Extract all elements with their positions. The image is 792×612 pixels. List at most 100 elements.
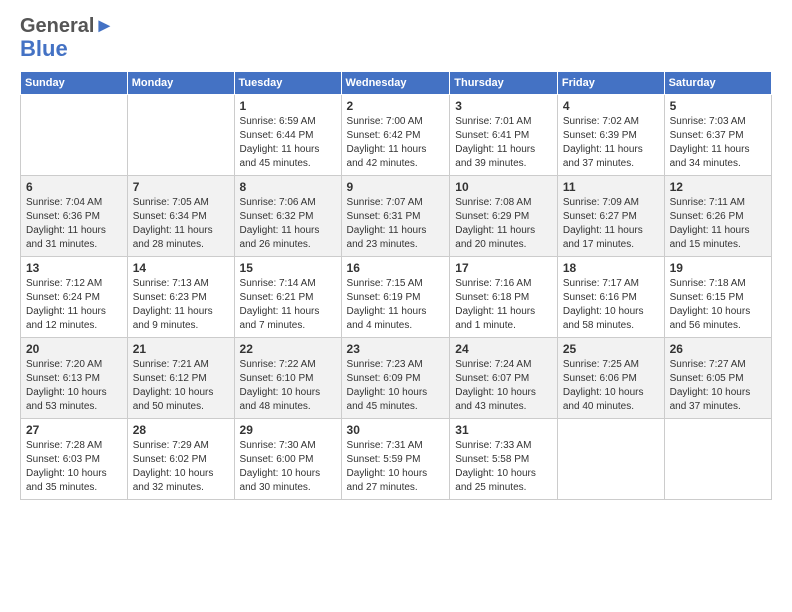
calendar-cell: 2Sunrise: 7:00 AM Sunset: 6:42 PM Daylig… — [341, 95, 450, 176]
day-number: 3 — [455, 99, 552, 113]
calendar-cell: 15 Sunrise: 7:14 AM Sunset: 6:21 PM Dayli… — [234, 257, 341, 338]
day-number: 4 — [563, 99, 659, 113]
calendar-week-row: 6Sunrise: 7:04 AM Sunset: 6:36 PM Daylig… — [21, 176, 772, 257]
day-number: 25 — [563, 342, 659, 356]
logo-text: General► Blue — [20, 15, 114, 61]
day-number: 23 — [347, 342, 445, 356]
calendar-cell: 23Sunrise: 7:23 AM Sunset: 6:09 PM Dayli… — [341, 338, 450, 419]
calendar-cell — [664, 419, 771, 500]
calendar-cell: 29 Sunrise: 7:30 AM Sunset: 6:00 PM Dayli… — [234, 419, 341, 500]
day-info: Sunrise: 7:11 AM Sunset: 6:26 PM Dayligh… — [670, 196, 766, 252]
calendar-cell: 7 Sunrise: 7:05 AM Sunset: 6:34 PM Daylig… — [127, 176, 234, 257]
day-info: Sunrise: 7:03 AM Sunset: 6:37 PM Dayligh… — [670, 115, 766, 171]
day-number: 18 — [563, 261, 659, 275]
day-info: Sunrise: 7:16 AM Sunset: 6:18 PM Dayligh… — [455, 277, 552, 333]
day-info: Sunrise: 7:12 AM Sunset: 6:24 PM Dayligh… — [26, 277, 122, 333]
day-number: 13 — [26, 261, 122, 275]
calendar-header-row: SundayMondayTuesdayWednesdayThursdayFrid… — [21, 72, 772, 95]
day-info: Sunrise: 7:13 AM Sunset: 6:23 PM Dayligh… — [133, 277, 229, 333]
day-info: Sunrise: 7:08 AM Sunset: 6:29 PM Dayligh… — [455, 196, 552, 252]
day-info: Sunrise: 7:09 AM Sunset: 6:27 PM Dayligh… — [563, 196, 659, 252]
calendar-week-row: 13 Sunrise: 7:12 AM Sunset: 6:24 PM Dayli… — [21, 257, 772, 338]
day-number: 22 — [240, 342, 336, 356]
day-number: 9 — [347, 180, 445, 194]
calendar-cell: 31 Sunrise: 7:33 AM Sunset: 5:58 PM Dayli… — [450, 419, 558, 500]
day-number: 26 — [670, 342, 766, 356]
day-number: 14 — [133, 261, 229, 275]
day-of-week-header: Tuesday — [234, 72, 341, 95]
calendar-cell: 17 Sunrise: 7:16 AM Sunset: 6:18 PM Dayli… — [450, 257, 558, 338]
day-of-week-header: Wednesday — [341, 72, 450, 95]
day-number: 5 — [670, 99, 766, 113]
day-info: Sunrise: 7:30 AM Sunset: 6:00 PM Dayligh… — [240, 439, 336, 495]
day-number: 30 — [347, 423, 445, 437]
day-of-week-header: Monday — [127, 72, 234, 95]
calendar-cell — [557, 419, 664, 500]
day-info: Sunrise: 7:20 AM Sunset: 6:13 PM Dayligh… — [26, 358, 122, 414]
logo-general: General► — [20, 15, 114, 37]
calendar-cell — [21, 95, 128, 176]
day-number: 1 — [240, 99, 336, 113]
day-info: Sunrise: 7:07 AM Sunset: 6:31 PM Dayligh… — [347, 196, 445, 252]
logo: General► Blue — [20, 15, 114, 61]
day-info: Sunrise: 7:18 AM Sunset: 6:15 PM Dayligh… — [670, 277, 766, 333]
day-info: Sunrise: 6:59 AM Sunset: 6:44 PM Dayligh… — [240, 115, 336, 171]
day-number: 29 — [240, 423, 336, 437]
calendar-cell: 1 Sunrise: 6:59 AM Sunset: 6:44 PM Daylig… — [234, 95, 341, 176]
calendar-cell: 13 Sunrise: 7:12 AM Sunset: 6:24 PM Dayli… — [21, 257, 128, 338]
day-info: Sunrise: 7:14 AM Sunset: 6:21 PM Dayligh… — [240, 277, 336, 333]
calendar-cell: 8Sunrise: 7:06 AM Sunset: 6:32 PM Daylig… — [234, 176, 341, 257]
calendar-cell: 4 Sunrise: 7:02 AM Sunset: 6:39 PM Daylig… — [557, 95, 664, 176]
day-number: 27 — [26, 423, 122, 437]
page: General► Blue SundayMondayTuesdayWednesd… — [0, 0, 792, 612]
day-number: 28 — [133, 423, 229, 437]
day-info: Sunrise: 7:00 AM Sunset: 6:42 PM Dayligh… — [347, 115, 445, 171]
calendar-cell: 22 Sunrise: 7:22 AM Sunset: 6:10 PM Dayli… — [234, 338, 341, 419]
calendar-cell: 11Sunrise: 7:09 AM Sunset: 6:27 PM Dayli… — [557, 176, 664, 257]
day-info: Sunrise: 7:01 AM Sunset: 6:41 PM Dayligh… — [455, 115, 552, 171]
day-number: 8 — [240, 180, 336, 194]
calendar: SundayMondayTuesdayWednesdayThursdayFrid… — [20, 71, 772, 500]
calendar-week-row: 27 Sunrise: 7:28 AM Sunset: 6:03 PM Dayli… — [21, 419, 772, 500]
day-of-week-header: Saturday — [664, 72, 771, 95]
calendar-cell: 12 Sunrise: 7:11 AM Sunset: 6:26 PM Dayli… — [664, 176, 771, 257]
day-of-week-header: Friday — [557, 72, 664, 95]
calendar-cell: 24 Sunrise: 7:24 AM Sunset: 6:07 PM Dayli… — [450, 338, 558, 419]
calendar-cell: 16Sunrise: 7:15 AM Sunset: 6:19 PM Dayli… — [341, 257, 450, 338]
calendar-cell: 6Sunrise: 7:04 AM Sunset: 6:36 PM Daylig… — [21, 176, 128, 257]
calendar-cell: 18 Sunrise: 7:17 AM Sunset: 6:16 PM Dayli… — [557, 257, 664, 338]
day-number: 16 — [347, 261, 445, 275]
day-info: Sunrise: 7:29 AM Sunset: 6:02 PM Dayligh… — [133, 439, 229, 495]
day-info: Sunrise: 7:05 AM Sunset: 6:34 PM Dayligh… — [133, 196, 229, 252]
day-number: 7 — [133, 180, 229, 194]
day-number: 19 — [670, 261, 766, 275]
logo-blue: Blue — [20, 37, 114, 61]
day-number: 15 — [240, 261, 336, 275]
day-number: 12 — [670, 180, 766, 194]
day-number: 10 — [455, 180, 552, 194]
day-info: Sunrise: 7:21 AM Sunset: 6:12 PM Dayligh… — [133, 358, 229, 414]
day-number: 20 — [26, 342, 122, 356]
day-info: Sunrise: 7:25 AM Sunset: 6:06 PM Dayligh… — [563, 358, 659, 414]
day-info: Sunrise: 7:02 AM Sunset: 6:39 PM Dayligh… — [563, 115, 659, 171]
calendar-cell: 28 Sunrise: 7:29 AM Sunset: 6:02 PM Dayli… — [127, 419, 234, 500]
day-number: 24 — [455, 342, 552, 356]
calendar-cell: 26 Sunrise: 7:27 AM Sunset: 6:05 PM Dayli… — [664, 338, 771, 419]
calendar-cell: 25 Sunrise: 7:25 AM Sunset: 6:06 PM Dayli… — [557, 338, 664, 419]
day-info: Sunrise: 7:28 AM Sunset: 6:03 PM Dayligh… — [26, 439, 122, 495]
calendar-cell: 20 Sunrise: 7:20 AM Sunset: 6:13 PM Dayli… — [21, 338, 128, 419]
header: General► Blue — [20, 15, 772, 61]
day-info: Sunrise: 7:17 AM Sunset: 6:16 PM Dayligh… — [563, 277, 659, 333]
calendar-cell: 3 Sunrise: 7:01 AM Sunset: 6:41 PM Daylig… — [450, 95, 558, 176]
day-info: Sunrise: 7:24 AM Sunset: 6:07 PM Dayligh… — [455, 358, 552, 414]
calendar-cell: 19 Sunrise: 7:18 AM Sunset: 6:15 PM Dayli… — [664, 257, 771, 338]
calendar-cell: 10 Sunrise: 7:08 AM Sunset: 6:29 PM Dayli… — [450, 176, 558, 257]
calendar-cell: 27 Sunrise: 7:28 AM Sunset: 6:03 PM Dayli… — [21, 419, 128, 500]
day-info: Sunrise: 7:27 AM Sunset: 6:05 PM Dayligh… — [670, 358, 766, 414]
day-info: Sunrise: 7:22 AM Sunset: 6:10 PM Dayligh… — [240, 358, 336, 414]
day-number: 17 — [455, 261, 552, 275]
day-number: 31 — [455, 423, 552, 437]
day-of-week-header: Sunday — [21, 72, 128, 95]
day-info: Sunrise: 7:33 AM Sunset: 5:58 PM Dayligh… — [455, 439, 552, 495]
calendar-cell: 9 Sunrise: 7:07 AM Sunset: 6:31 PM Daylig… — [341, 176, 450, 257]
